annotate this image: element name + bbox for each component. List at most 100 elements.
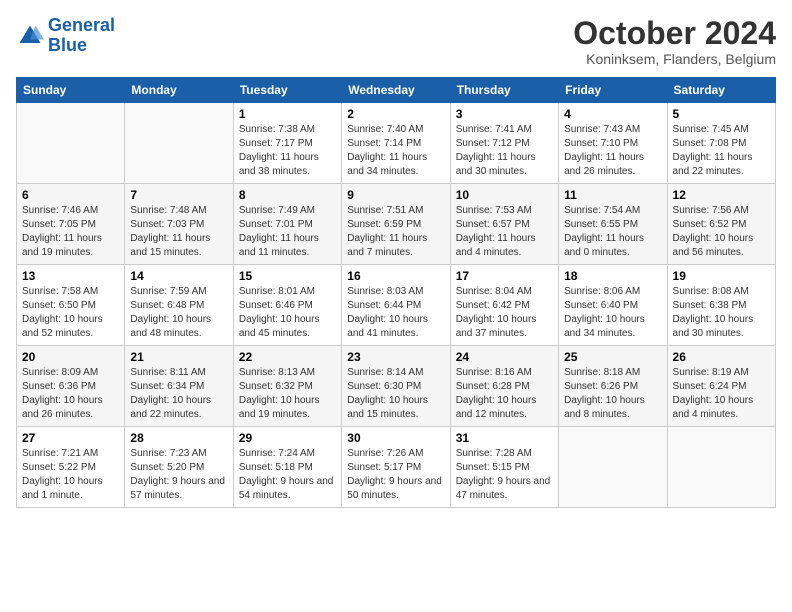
calendar-week-row: 6 Sunrise: 7:46 AM Sunset: 7:05 PM Daylig… xyxy=(17,184,776,265)
day-info: Sunrise: 7:53 AM Sunset: 6:57 PM Dayligh… xyxy=(456,204,553,260)
day-info: Sunrise: 7:56 AM Sunset: 6:52 PM Dayligh… xyxy=(673,204,770,260)
calendar-cell: 7Sunrise: 7:48 AM Sunset: 7:03 PM Daylig… xyxy=(125,184,233,265)
day-number: 9 xyxy=(347,188,444,202)
day-number: 30 xyxy=(347,431,444,445)
day-info: Sunrise: 8:08 AM Sunset: 6:38 PM Dayligh… xyxy=(673,285,770,341)
calendar-cell: 5 Sunrise: 7:45 AM Sunset: 7:08 PM Daylig… xyxy=(667,103,775,184)
calendar-cell xyxy=(667,427,775,508)
calendar-cell: 24Sunrise: 8:16 AM Sunset: 6:28 PM Dayli… xyxy=(450,346,558,427)
day-info: Sunrise: 7:43 AM Sunset: 7:10 PM Dayligh… xyxy=(564,123,661,179)
day-number: 7 xyxy=(130,188,227,202)
day-info: Sunrise: 7:38 AM Sunset: 7:17 PM Dayligh… xyxy=(239,123,336,179)
calendar-cell: 13 Sunrise: 7:58 AM Sunset: 6:50 PM Dayli… xyxy=(17,265,125,346)
day-number: 22 xyxy=(239,350,336,364)
day-number: 10 xyxy=(456,188,553,202)
day-number: 13 xyxy=(22,269,119,283)
calendar-cell: 25Sunrise: 8:18 AM Sunset: 6:26 PM Dayli… xyxy=(559,346,667,427)
day-info: Sunrise: 8:16 AM Sunset: 6:28 PM Dayligh… xyxy=(456,366,553,422)
day-info: Sunrise: 7:59 AM Sunset: 6:48 PM Dayligh… xyxy=(130,285,227,341)
calendar-cell: 27 Sunrise: 7:21 AM Sunset: 5:22 PM Dayli… xyxy=(17,427,125,508)
calendar-cell: 8 Sunrise: 7:49 AM Sunset: 7:01 PM Daylig… xyxy=(233,184,341,265)
title-block: October 2024 Koninksem, Flanders, Belgiu… xyxy=(573,16,776,67)
weekday-header-row: SundayMondayTuesdayWednesdayThursdayFrid… xyxy=(17,78,776,103)
calendar-cell: 20 Sunrise: 8:09 AM Sunset: 6:36 PM Dayli… xyxy=(17,346,125,427)
day-info: Sunrise: 8:09 AM Sunset: 6:36 PM Dayligh… xyxy=(22,366,119,422)
calendar-cell: 19Sunrise: 8:08 AM Sunset: 6:38 PM Dayli… xyxy=(667,265,775,346)
day-number: 20 xyxy=(22,350,119,364)
day-number: 25 xyxy=(564,350,661,364)
day-number: 27 xyxy=(22,431,119,445)
calendar-cell: 22 Sunrise: 8:13 AM Sunset: 6:32 PM Dayli… xyxy=(233,346,341,427)
calendar-cell: 15 Sunrise: 8:01 AM Sunset: 6:46 PM Dayli… xyxy=(233,265,341,346)
day-number: 17 xyxy=(456,269,553,283)
day-number: 2 xyxy=(347,107,444,121)
day-info: Sunrise: 7:58 AM Sunset: 6:50 PM Dayligh… xyxy=(22,285,119,341)
calendar-cell: 21Sunrise: 8:11 AM Sunset: 6:34 PM Dayli… xyxy=(125,346,233,427)
day-info: Sunrise: 8:13 AM Sunset: 6:32 PM Dayligh… xyxy=(239,366,336,422)
weekday-header: Tuesday xyxy=(233,78,341,103)
calendar-cell xyxy=(559,427,667,508)
day-number: 8 xyxy=(239,188,336,202)
calendar-cell: 3Sunrise: 7:41 AM Sunset: 7:12 PM Daylig… xyxy=(450,103,558,184)
day-info: Sunrise: 8:14 AM Sunset: 6:30 PM Dayligh… xyxy=(347,366,444,422)
calendar-cell xyxy=(17,103,125,184)
calendar-cell: 11 Sunrise: 7:54 AM Sunset: 6:55 PM Dayli… xyxy=(559,184,667,265)
page-header: General Blue October 2024 Koninksem, Fla… xyxy=(16,16,776,67)
weekday-header: Saturday xyxy=(667,78,775,103)
day-info: Sunrise: 8:11 AM Sunset: 6:34 PM Dayligh… xyxy=(130,366,227,422)
calendar-cell: 18 Sunrise: 8:06 AM Sunset: 6:40 PM Dayli… xyxy=(559,265,667,346)
day-info: Sunrise: 8:01 AM Sunset: 6:46 PM Dayligh… xyxy=(239,285,336,341)
calendar-cell: 6 Sunrise: 7:46 AM Sunset: 7:05 PM Daylig… xyxy=(17,184,125,265)
day-info: Sunrise: 7:23 AM Sunset: 5:20 PM Dayligh… xyxy=(130,447,227,503)
calendar-cell: 23Sunrise: 8:14 AM Sunset: 6:30 PM Dayli… xyxy=(342,346,450,427)
day-number: 11 xyxy=(564,188,661,202)
day-number: 14 xyxy=(130,269,227,283)
calendar-cell: 31 Sunrise: 7:28 AM Sunset: 5:15 PM Dayli… xyxy=(450,427,558,508)
day-number: 18 xyxy=(564,269,661,283)
weekday-header: Wednesday xyxy=(342,78,450,103)
calendar-cell: 29Sunrise: 7:24 AM Sunset: 5:18 PM Dayli… xyxy=(233,427,341,508)
calendar-cell: 10 Sunrise: 7:53 AM Sunset: 6:57 PM Dayli… xyxy=(450,184,558,265)
day-info: Sunrise: 7:54 AM Sunset: 6:55 PM Dayligh… xyxy=(564,204,661,260)
calendar-table: SundayMondayTuesdayWednesdayThursdayFrid… xyxy=(16,77,776,508)
calendar-week-row: 13 Sunrise: 7:58 AM Sunset: 6:50 PM Dayli… xyxy=(17,265,776,346)
calendar-cell: 28 Sunrise: 7:23 AM Sunset: 5:20 PM Dayli… xyxy=(125,427,233,508)
day-number: 28 xyxy=(130,431,227,445)
day-number: 3 xyxy=(456,107,553,121)
calendar-week-row: 20 Sunrise: 8:09 AM Sunset: 6:36 PM Dayli… xyxy=(17,346,776,427)
calendar-cell xyxy=(125,103,233,184)
calendar-cell: 4 Sunrise: 7:43 AM Sunset: 7:10 PM Daylig… xyxy=(559,103,667,184)
day-info: Sunrise: 7:28 AM Sunset: 5:15 PM Dayligh… xyxy=(456,447,553,503)
calendar-cell: 30 Sunrise: 7:26 AM Sunset: 5:17 PM Dayli… xyxy=(342,427,450,508)
calendar-body: 1 Sunrise: 7:38 AM Sunset: 7:17 PM Daylig… xyxy=(17,103,776,508)
calendar-cell: 9Sunrise: 7:51 AM Sunset: 6:59 PM Daylig… xyxy=(342,184,450,265)
day-info: Sunrise: 7:26 AM Sunset: 5:17 PM Dayligh… xyxy=(347,447,444,503)
logo-icon xyxy=(16,22,44,50)
calendar-cell: 12 Sunrise: 7:56 AM Sunset: 6:52 PM Dayli… xyxy=(667,184,775,265)
day-info: Sunrise: 8:06 AM Sunset: 6:40 PM Dayligh… xyxy=(564,285,661,341)
day-info: Sunrise: 7:45 AM Sunset: 7:08 PM Dayligh… xyxy=(673,123,770,179)
calendar-cell: 14 Sunrise: 7:59 AM Sunset: 6:48 PM Dayli… xyxy=(125,265,233,346)
weekday-header: Thursday xyxy=(450,78,558,103)
logo: General Blue xyxy=(16,16,115,56)
day-info: Sunrise: 7:24 AM Sunset: 5:18 PM Dayligh… xyxy=(239,447,336,503)
day-number: 12 xyxy=(673,188,770,202)
location: Koninksem, Flanders, Belgium xyxy=(573,51,776,67)
calendar-week-row: 27 Sunrise: 7:21 AM Sunset: 5:22 PM Dayli… xyxy=(17,427,776,508)
day-info: Sunrise: 7:21 AM Sunset: 5:22 PM Dayligh… xyxy=(22,447,119,503)
day-number: 15 xyxy=(239,269,336,283)
day-number: 1 xyxy=(239,107,336,121)
day-info: Sunrise: 7:49 AM Sunset: 7:01 PM Dayligh… xyxy=(239,204,336,260)
weekday-header: Monday xyxy=(125,78,233,103)
day-number: 4 xyxy=(564,107,661,121)
weekday-header: Friday xyxy=(559,78,667,103)
day-number: 26 xyxy=(673,350,770,364)
day-number: 31 xyxy=(456,431,553,445)
day-number: 5 xyxy=(673,107,770,121)
calendar-week-row: 1 Sunrise: 7:38 AM Sunset: 7:17 PM Daylig… xyxy=(17,103,776,184)
day-number: 6 xyxy=(22,188,119,202)
day-info: Sunrise: 7:46 AM Sunset: 7:05 PM Dayligh… xyxy=(22,204,119,260)
calendar-cell: 16Sunrise: 8:03 AM Sunset: 6:44 PM Dayli… xyxy=(342,265,450,346)
calendar-cell: 17Sunrise: 8:04 AM Sunset: 6:42 PM Dayli… xyxy=(450,265,558,346)
logo-text: General Blue xyxy=(48,16,115,56)
